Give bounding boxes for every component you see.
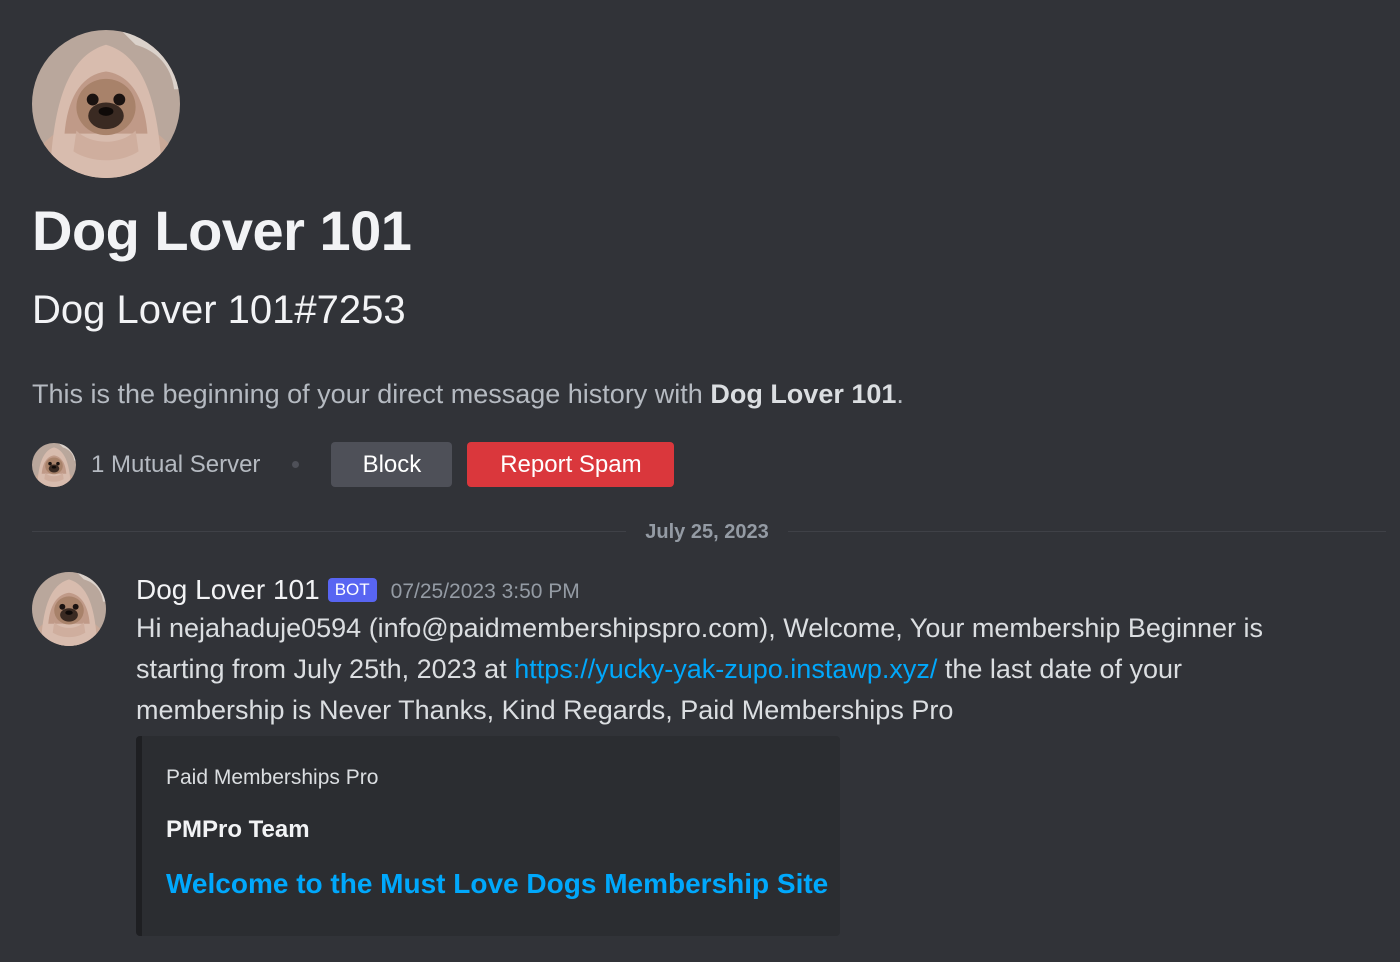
username: Dog Lover 101#7253 <box>32 288 406 332</box>
profile-actions: 1 Mutual Server Block Report Spam <box>32 442 675 487</box>
message-body: Dog Lover 101 BOT 07/25/2023 3:50 PM Hi … <box>136 572 1386 936</box>
message-content: Hi nejahaduje0594 (info@paidmembershipsp… <box>136 608 1336 731</box>
pug-avatar-icon[interactable] <box>32 30 180 178</box>
mutual-server-avatar-icon[interactable] <box>32 442 76 487</box>
intro-prefix: This is the beginning of your direct mes… <box>32 379 711 409</box>
message-link[interactable]: https://yucky-yak-zupo.instawp.xyz/ <box>514 654 937 684</box>
dm-intro-text: This is the beginning of your direct mes… <box>32 376 904 412</box>
message-author[interactable]: Dog Lover 101 <box>136 574 320 606</box>
embed-provider: Paid Memberships Pro <box>166 766 379 789</box>
report-spam-button[interactable]: Report Spam <box>467 442 675 487</box>
intro-suffix: . <box>896 379 904 409</box>
embed-author: PMPro Team <box>166 816 310 843</box>
separator-dot <box>292 461 300 468</box>
message-header: Dog Lover 101 BOT 07/25/2023 3:50 PM <box>136 572 1386 608</box>
bot-tag: BOT <box>327 578 377 602</box>
intro-name: Dog Lover 101 <box>710 379 897 409</box>
block-button[interactable]: Block <box>331 442 453 487</box>
embed-title-link[interactable]: Welcome to the Must Love Dogs Membership… <box>166 868 828 900</box>
profile-header <box>32 30 1386 178</box>
message-timestamp: 07/25/2023 3:50 PM <box>390 580 580 603</box>
link-embed: Paid Memberships Pro PMPro Team Welcome … <box>136 736 840 936</box>
author-avatar-icon[interactable] <box>32 572 106 646</box>
display-name: Dog Lover 101 <box>32 199 412 262</box>
mutual-servers-link[interactable]: 1 Mutual Server <box>91 451 260 479</box>
date-divider-label: July 25, 2023 <box>626 518 788 546</box>
